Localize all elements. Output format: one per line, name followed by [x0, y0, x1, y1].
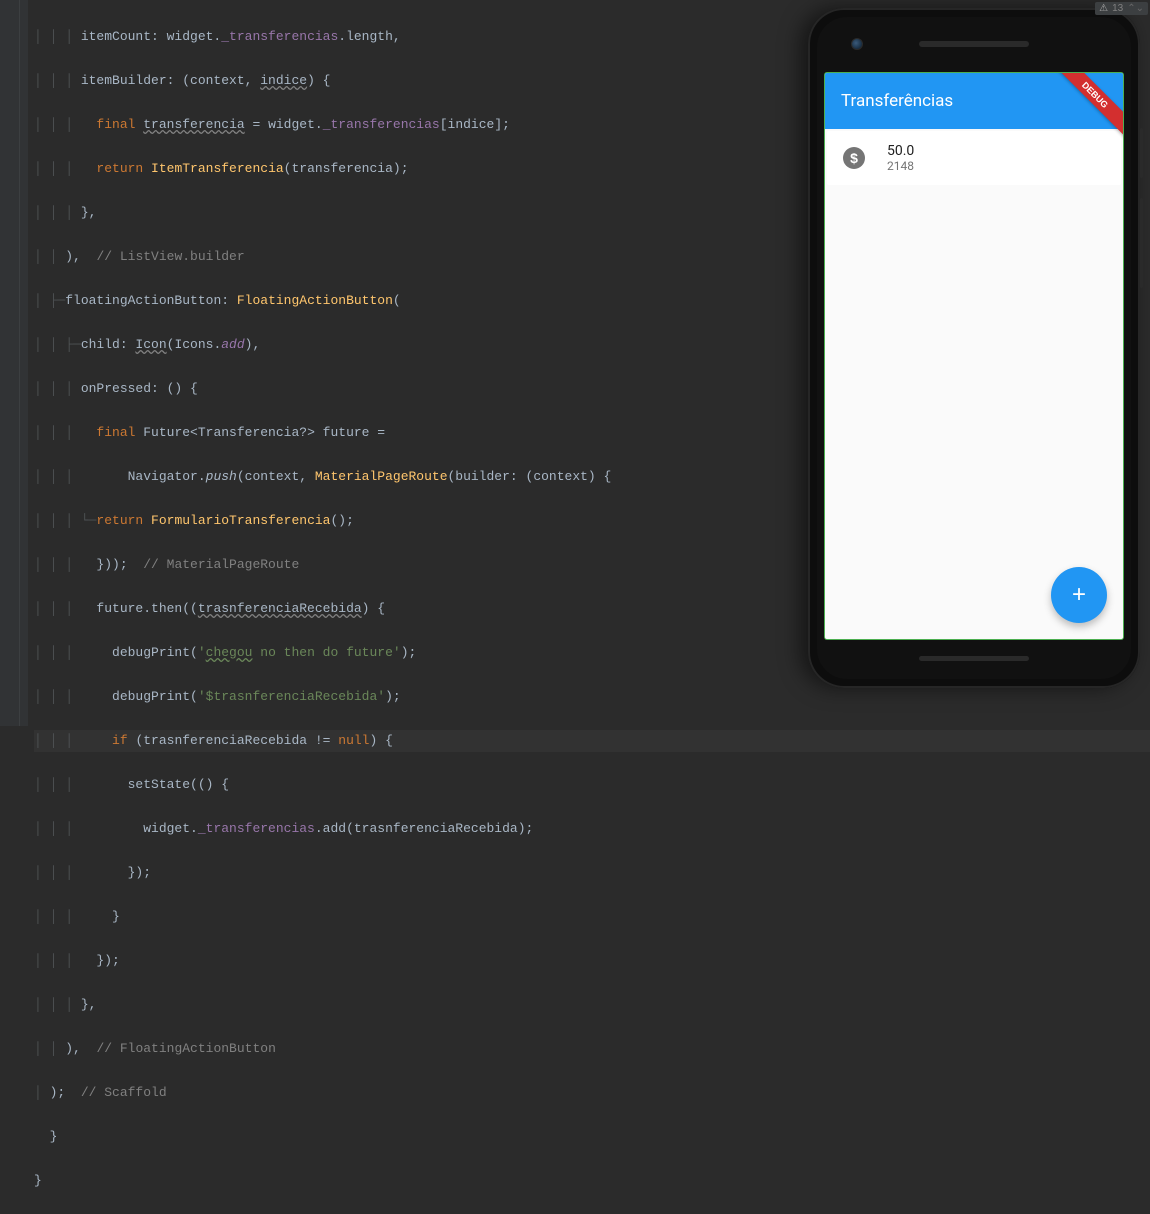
ide-gutter-fold	[20, 0, 28, 726]
tile-subtitle: 2148	[887, 159, 914, 173]
analysis-warning-badge[interactable]: ⚠ 13 ⌃⌄	[1095, 2, 1148, 15]
debug-banner: DEBUG	[1043, 73, 1123, 153]
tile-title: 50.0	[887, 143, 914, 159]
ide-gutter	[0, 0, 20, 726]
emulator-device-frame: Transferências DEBUG 50.0 2148 +	[808, 8, 1140, 688]
phone-speaker	[919, 41, 1029, 47]
warning-icon: ⚠	[1099, 3, 1108, 14]
chevron-icon: ⌃⌄	[1127, 3, 1144, 14]
phone-camera	[851, 38, 863, 50]
appbar-title: Transferências	[841, 91, 953, 111]
power-button[interactable]	[1140, 128, 1143, 178]
emulator-screen[interactable]: Transferências DEBUG 50.0 2148 +	[825, 73, 1123, 639]
fab-add-button[interactable]: +	[1051, 567, 1107, 623]
volume-button[interactable]	[1140, 198, 1143, 288]
monetization-icon	[843, 147, 865, 169]
phone-home-indicator	[919, 656, 1029, 661]
warning-count: 13	[1112, 3, 1123, 14]
app-bar: Transferências DEBUG	[825, 73, 1123, 129]
plus-icon: +	[1072, 581, 1086, 609]
